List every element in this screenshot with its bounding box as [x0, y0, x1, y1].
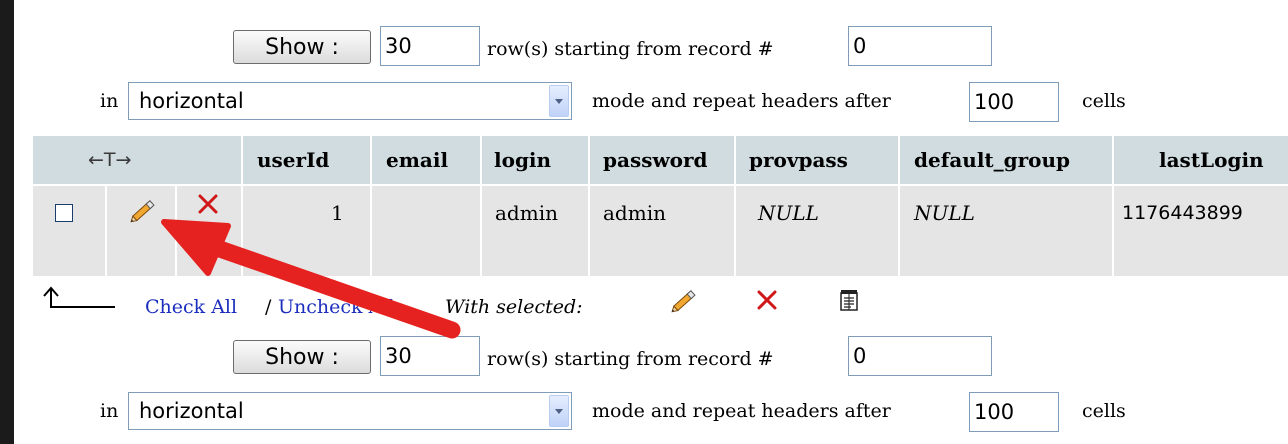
cells-label: cells: [1082, 90, 1126, 112]
mode-label-bottom: mode and repeat headers after: [592, 400, 891, 422]
rows-label-bottom: row(s) starting from record #: [487, 348, 774, 370]
pencil-icon[interactable]: [667, 286, 701, 316]
display-mode-select-bottom[interactable]: horizontal: [128, 392, 572, 430]
column-divider: [588, 136, 590, 276]
column-divider: [175, 186, 177, 276]
rows-count-input[interactable]: 30: [380, 26, 480, 66]
display-mode-value: horizontal: [139, 89, 244, 113]
repeat-headers-input[interactable]: 100: [969, 82, 1059, 122]
column-divider: [898, 136, 900, 276]
arrow-up-left-icon: [39, 286, 119, 310]
cell-login: admin: [495, 201, 558, 225]
cell-default-group: NULL: [914, 201, 975, 225]
cell-provpass: NULL: [758, 201, 819, 225]
chevron-down-icon[interactable]: [549, 395, 569, 427]
column-divider: [241, 136, 243, 276]
in-label-bottom: in: [100, 400, 119, 422]
start-record-input[interactable]: 0: [848, 26, 992, 66]
column-header-login[interactable]: login: [494, 136, 551, 184]
row-checkbox[interactable]: [55, 204, 73, 222]
delete-x-icon[interactable]: [756, 289, 778, 311]
in-label: in: [100, 90, 119, 112]
column-header-password[interactable]: password: [603, 136, 708, 184]
column-header-userId[interactable]: userId: [257, 136, 329, 184]
check-all-link[interactable]: Check All: [145, 296, 237, 318]
column-divider: [105, 186, 107, 276]
show-button-bottom[interactable]: Show :: [233, 340, 371, 374]
column-header-lastLogin[interactable]: lastLogin: [1159, 136, 1264, 184]
display-mode-select[interactable]: horizontal: [128, 82, 572, 120]
column-divider: [480, 136, 482, 276]
mode-label: mode and repeat headers after: [592, 90, 891, 112]
column-divider: [1112, 136, 1114, 276]
column-resize-arrows[interactable]: ←T→: [88, 136, 131, 184]
cell-lastLogin: 1176443899: [1122, 202, 1243, 224]
column-header-default-group[interactable]: default_group: [914, 136, 1070, 184]
separator: /: [265, 296, 272, 318]
cells-label-bottom: cells: [1082, 400, 1126, 422]
export-icon[interactable]: [837, 288, 861, 312]
rows-label: row(s) starting from record #: [487, 38, 774, 60]
delete-x-icon[interactable]: [197, 193, 219, 215]
display-mode-value-bottom: horizontal: [139, 399, 244, 423]
cell-password: admin: [603, 201, 666, 225]
browse-page: Show : 30 row(s) starting from record # …: [14, 0, 1288, 444]
uncheck-all-link[interactable]: Uncheck All: [278, 296, 394, 318]
column-divider: [734, 136, 736, 276]
rows-count-input-bottom[interactable]: 30: [380, 336, 480, 376]
column-header-provpass[interactable]: provpass: [749, 136, 848, 184]
repeat-headers-input-bottom[interactable]: 100: [969, 392, 1059, 432]
chevron-down-icon[interactable]: [549, 85, 569, 117]
show-button[interactable]: Show :: [233, 30, 371, 64]
cell-userId: 1: [331, 201, 344, 225]
pencil-icon[interactable]: [126, 196, 160, 226]
start-record-input-bottom[interactable]: 0: [848, 336, 992, 376]
column-divider: [370, 136, 372, 276]
column-header-email[interactable]: email: [386, 136, 448, 184]
with-selected-label: With selected:: [445, 296, 583, 318]
